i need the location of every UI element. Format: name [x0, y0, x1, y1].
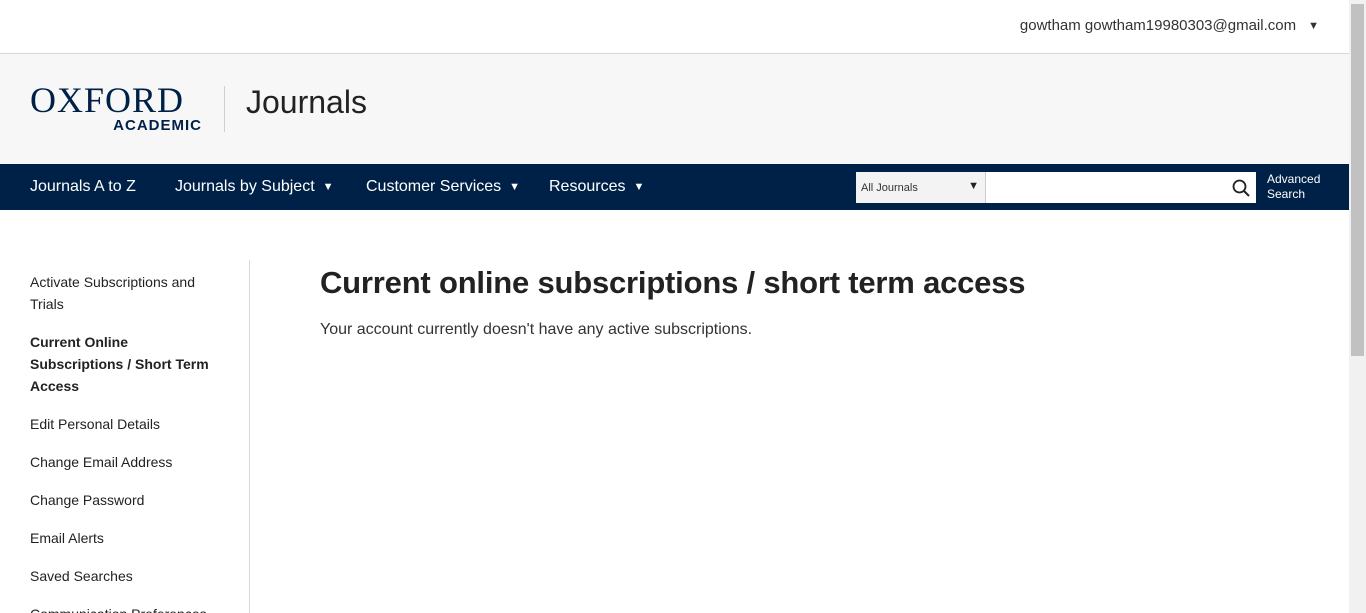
- sidebar-item-edit-personal-details[interactable]: Edit Personal Details: [30, 413, 225, 435]
- nav-item-label[interactable]: Journals by Subject: [175, 178, 315, 196]
- caret-down-icon[interactable]: ▼: [968, 180, 979, 192]
- page-title: Current online subscriptions / short ter…: [320, 265, 1026, 300]
- nav-item-label[interactable]: Journals A to Z: [30, 178, 136, 196]
- user-bar: gowtham gowtham19980303@gmail.com ▼: [0, 0, 1349, 54]
- search-scope-value[interactable]: All Journals: [861, 182, 918, 194]
- sidebar-item-communication-preferences[interactable]: Communication Preferences: [30, 603, 225, 613]
- page-scrollbar[interactable]: [1349, 0, 1366, 613]
- main-content: Current online subscriptions / short ter…: [320, 262, 1320, 339]
- sidebar-item-change-password[interactable]: Change Password: [30, 489, 225, 511]
- caret-down-icon[interactable]: ▼: [323, 181, 334, 193]
- caret-down-icon[interactable]: ▼: [633, 181, 644, 193]
- site-name[interactable]: Journals: [246, 84, 367, 121]
- search-icon[interactable]: [1232, 179, 1250, 197]
- user-account-menu[interactable]: gowtham gowtham19980303@gmail.com ▼: [1020, 17, 1319, 34]
- user-account-name[interactable]: gowtham gowtham19980303@gmail.com: [1020, 17, 1296, 34]
- search-input[interactable]: [986, 172, 1226, 203]
- main-nav: Journals A to Z Journals by Subject ▼ Cu…: [0, 164, 1349, 210]
- nav-customer-services[interactable]: Customer Services ▼: [366, 164, 520, 210]
- logo-oxford-text[interactable]: OXFORD: [30, 82, 210, 118]
- advanced-search-line2[interactable]: Search: [1267, 187, 1331, 202]
- sidebar-item-saved-searches[interactable]: Saved Searches: [30, 565, 225, 587]
- nav-item-label[interactable]: Customer Services: [366, 178, 501, 196]
- advanced-search-line1[interactable]: Advanced: [1267, 172, 1331, 187]
- scrollbar-thumb[interactable]: [1351, 4, 1364, 356]
- sidebar-item-current-subscriptions[interactable]: Current Online Subscriptions / Short Ter…: [30, 331, 225, 397]
- oxford-academic-logo[interactable]: OXFORD ACADEMIC: [30, 82, 210, 134]
- brand-header: OXFORD ACADEMIC Journals: [0, 54, 1349, 164]
- logo-academic-text[interactable]: ACADEMIC: [113, 117, 202, 134]
- search-button[interactable]: [1226, 172, 1256, 203]
- sidebar-item-activate-subscriptions[interactable]: Activate Subscriptions and Trials: [30, 271, 225, 315]
- nav-item-label[interactable]: Resources: [549, 178, 625, 196]
- no-subscriptions-message: Your account currently doesn't have any …: [320, 321, 753, 338]
- sidebar-item-email-alerts[interactable]: Email Alerts: [30, 527, 225, 549]
- caret-down-icon[interactable]: ▼: [1308, 20, 1319, 32]
- caret-down-icon[interactable]: ▼: [509, 181, 520, 193]
- logo-divider: [224, 86, 225, 132]
- nav-journals-by-subject[interactable]: Journals by Subject ▼: [175, 164, 334, 210]
- sidebar-item-change-email[interactable]: Change Email Address: [30, 451, 225, 473]
- nav-journals-a-to-z[interactable]: Journals A to Z: [30, 164, 136, 210]
- account-sidebar: Activate Subscriptions and Trials Curren…: [30, 260, 250, 613]
- nav-resources[interactable]: Resources ▼: [549, 164, 644, 210]
- advanced-search-link[interactable]: Advanced Search: [1267, 172, 1331, 202]
- search-scope-select[interactable]: All Journals ▼: [856, 172, 986, 203]
